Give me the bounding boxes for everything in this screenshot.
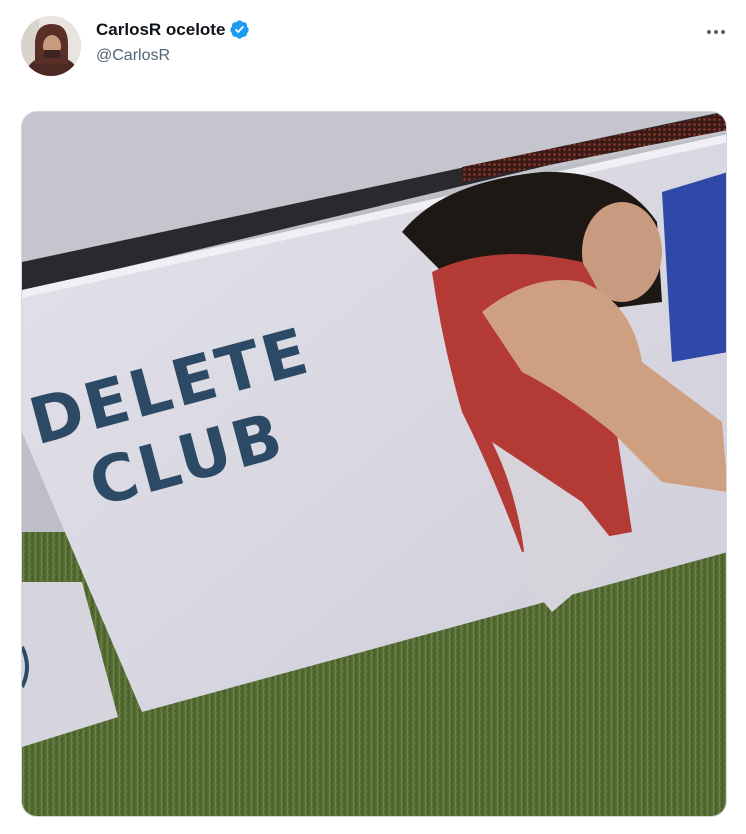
media-photo: DELETE CLUB	[22, 112, 726, 816]
user-handle[interactable]: @CarlosR	[96, 47, 170, 65]
tweet-media-image[interactable]: DELETE CLUB	[21, 111, 727, 817]
display-name[interactable]: CarlosR ocelote	[96, 20, 225, 40]
more-options-button[interactable]	[702, 22, 730, 42]
verified-badge-icon	[230, 20, 250, 39]
more-horizontal-icon	[707, 30, 711, 34]
tweet-card: CarlosR ocelote @CarlosR DELETE CLUB	[0, 0, 746, 834]
author-name-row: CarlosR ocelote	[96, 19, 250, 40]
avatar[interactable]	[21, 16, 81, 76]
avatar-image	[21, 16, 81, 76]
